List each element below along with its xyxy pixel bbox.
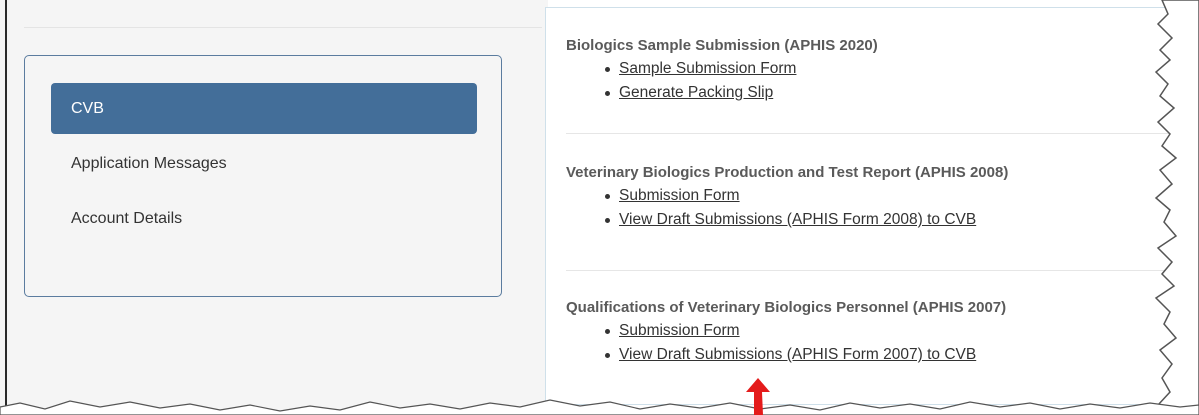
- window-border: [5, 0, 7, 415]
- nav-item-application-messages[interactable]: Application Messages: [51, 138, 477, 189]
- section-biologics-sample-submission: Biologics Sample Submission (APHIS 2020)…: [566, 36, 1166, 106]
- bullet-icon: [605, 194, 610, 199]
- view-draft-2008-link[interactable]: View Draft Submissions (APHIS Form 2008)…: [619, 211, 976, 228]
- list-item: Sample Submission Form: [566, 58, 1166, 82]
- bullet-icon: [605, 329, 610, 334]
- list-item: Submission Form: [566, 320, 1166, 344]
- list-item: View Draft Submissions (APHIS Form 2007)…: [566, 344, 1166, 368]
- torn-edge-right: [1154, 0, 1199, 415]
- link-list: Submission Form View Draft Submissions (…: [566, 320, 1166, 368]
- section-personnel-qualifications: Qualifications of Veterinary Biologics P…: [566, 298, 1166, 368]
- list-item: Generate Packing Slip: [566, 82, 1166, 106]
- nav-item-cvb[interactable]: CVB: [51, 83, 477, 134]
- divider: [24, 27, 542, 28]
- list-item: View Draft Submissions (APHIS Form 2008)…: [566, 209, 1166, 233]
- content-panel: Biologics Sample Submission (APHIS 2020)…: [545, 7, 1186, 405]
- section-divider: [566, 270, 1186, 271]
- generate-packing-slip-link[interactable]: Generate Packing Slip: [619, 84, 773, 101]
- bullet-icon: [605, 218, 610, 223]
- section-title: Qualifications of Veterinary Biologics P…: [566, 299, 1007, 316]
- bullet-icon: [605, 67, 610, 72]
- list-item: Submission Form: [566, 185, 1166, 209]
- nav-item-account-details[interactable]: Account Details: [51, 193, 477, 244]
- sample-submission-form-link[interactable]: Sample Submission Form: [619, 60, 796, 77]
- section-divider: [566, 133, 1186, 134]
- submission-form-2007-link[interactable]: Submission Form: [619, 322, 740, 339]
- torn-edge-bottom: [0, 399, 1199, 415]
- view-draft-2007-link[interactable]: View Draft Submissions (APHIS Form 2007)…: [619, 346, 976, 363]
- section-title: Biologics Sample Submission (APHIS 2020): [566, 37, 878, 54]
- red-arrow-icon: [746, 378, 770, 415]
- bullet-icon: [605, 353, 610, 358]
- submission-form-2008-link[interactable]: Submission Form: [619, 187, 740, 204]
- section-title: Veterinary Biologics Production and Test…: [566, 164, 1009, 181]
- link-list: Sample Submission Form Generate Packing …: [566, 58, 1166, 106]
- nav-panel: CVB Application Messages Account Details: [24, 55, 502, 297]
- section-production-test-report: Veterinary Biologics Production and Test…: [566, 163, 1166, 233]
- bullet-icon: [605, 91, 610, 96]
- link-list: Submission Form View Draft Submissions (…: [566, 185, 1166, 233]
